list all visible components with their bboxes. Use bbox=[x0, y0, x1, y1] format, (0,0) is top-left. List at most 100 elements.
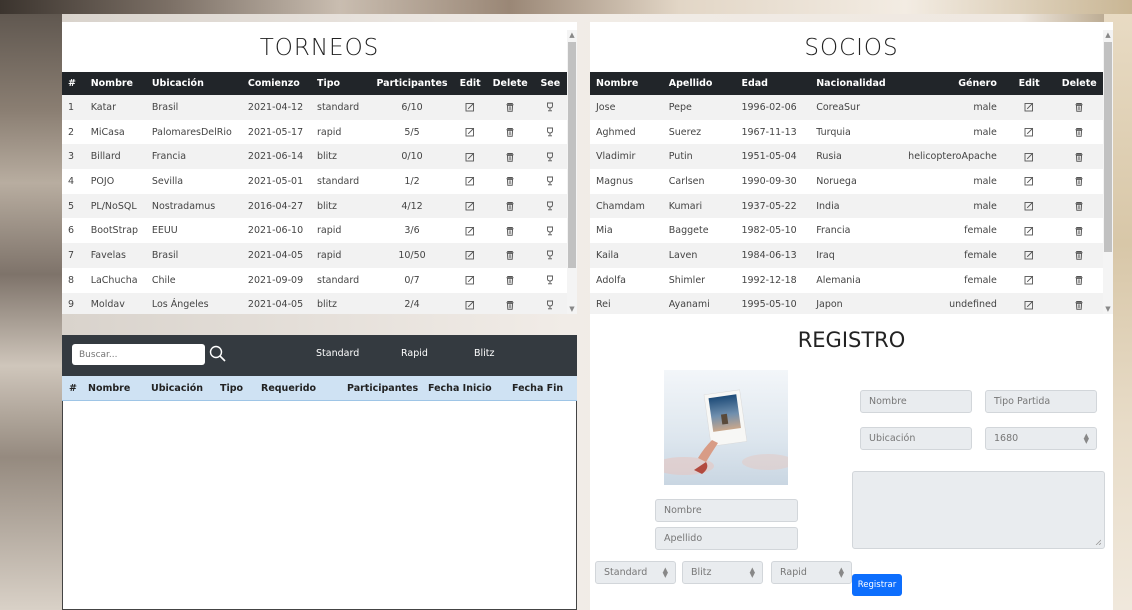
trash-icon[interactable] bbox=[1055, 95, 1103, 120]
torneo-row: 4 POJO Sevilla 2021-05-01 standard 1/2 bbox=[62, 169, 567, 194]
registrar-button[interactable]: Registrar bbox=[852, 574, 902, 596]
trash-icon[interactable] bbox=[487, 95, 534, 120]
trophy-icon[interactable] bbox=[534, 144, 567, 169]
scroll-thumb[interactable] bbox=[1104, 42, 1112, 252]
trash-icon[interactable] bbox=[1055, 268, 1103, 293]
stepper-arrows-icon[interactable]: ▲ ▼ bbox=[1084, 432, 1089, 444]
trash-icon[interactable] bbox=[1055, 144, 1103, 169]
col-edit: Edit bbox=[1018, 78, 1040, 89]
trash-icon[interactable] bbox=[1055, 120, 1103, 145]
torneo-comienzo: 2021-05-17 bbox=[247, 126, 304, 138]
edit-icon[interactable] bbox=[1003, 194, 1056, 219]
trophy-icon[interactable] bbox=[534, 218, 567, 243]
socio-apellido: Suerez bbox=[668, 126, 702, 138]
blitz-select[interactable]: Blitz ▲ ▼ bbox=[682, 561, 763, 584]
trash-icon[interactable] bbox=[487, 218, 534, 243]
edit-icon[interactable] bbox=[1003, 268, 1056, 293]
trash-icon[interactable] bbox=[487, 293, 534, 315]
edit-icon[interactable] bbox=[454, 95, 487, 120]
torneo-ubicacion: EEUU bbox=[151, 225, 178, 237]
stepper-arrows-icon[interactable]: ▲ ▼ bbox=[750, 566, 755, 578]
edit-icon[interactable] bbox=[1003, 169, 1056, 194]
scroll-down-icon[interactable]: ▼ bbox=[567, 304, 577, 314]
socio-nombre: Vladimir bbox=[596, 151, 636, 163]
col-fecha-inicio: Fecha Inicio bbox=[428, 383, 492, 394]
scroll-up-icon[interactable]: ▲ bbox=[567, 30, 577, 40]
torneo-nombre: Billard bbox=[90, 151, 121, 163]
trophy-icon[interactable] bbox=[534, 194, 567, 219]
socio-row: Mia Baggete 1982-05-10 Francia female bbox=[590, 218, 1103, 244]
torneo-comienzo: 2021-05-01 bbox=[247, 175, 304, 187]
scroll-down-icon[interactable]: ▼ bbox=[1103, 304, 1113, 314]
edit-icon[interactable] bbox=[454, 293, 487, 315]
socio-row: Magnus Carlsen 1990-09-30 Noruega male bbox=[590, 169, 1103, 194]
ubicacion-field[interactable]: Ubicación bbox=[860, 427, 972, 450]
filter-rapid[interactable]: Rapid bbox=[401, 348, 428, 359]
trash-icon[interactable] bbox=[487, 120, 534, 145]
edit-icon[interactable] bbox=[1003, 243, 1056, 268]
trash-icon[interactable] bbox=[487, 243, 534, 268]
trash-icon[interactable] bbox=[1055, 169, 1103, 194]
socio-apellido: Carlsen bbox=[668, 175, 705, 187]
trash-icon[interactable] bbox=[487, 194, 534, 219]
trash-icon[interactable] bbox=[1055, 243, 1103, 268]
torneo-nombre: BootStrap bbox=[90, 225, 139, 237]
trash-icon[interactable] bbox=[1055, 293, 1103, 315]
trophy-icon[interactable] bbox=[534, 243, 567, 268]
torneo-comienzo: 2021-06-14 bbox=[247, 151, 304, 163]
torneo-ubicacion: Francia bbox=[151, 151, 187, 163]
edit-icon[interactable] bbox=[454, 194, 487, 219]
standard-select[interactable]: Standard ▲ ▼ bbox=[595, 561, 676, 584]
trophy-icon[interactable] bbox=[534, 120, 567, 145]
edit-icon[interactable] bbox=[1003, 293, 1056, 315]
edit-icon[interactable] bbox=[454, 169, 487, 194]
edit-icon[interactable] bbox=[454, 144, 487, 169]
trophy-icon[interactable] bbox=[534, 293, 567, 315]
col-tipo: Tipo bbox=[220, 383, 244, 394]
socio-nombre: Aghmed bbox=[596, 126, 636, 138]
scroll-up-icon[interactable]: ▲ bbox=[1103, 30, 1113, 40]
trophy-icon[interactable] bbox=[534, 169, 567, 194]
trash-icon[interactable] bbox=[1055, 218, 1103, 243]
col-delete: Delete bbox=[1061, 78, 1097, 89]
trophy-icon[interactable] bbox=[534, 95, 567, 120]
trash-icon[interactable] bbox=[1055, 194, 1103, 219]
col-comienzo: Comienzo bbox=[247, 78, 300, 89]
search-icon[interactable] bbox=[207, 343, 229, 365]
elo-stepper[interactable]: 1680 ▲ ▼ bbox=[985, 427, 1097, 450]
edit-icon[interactable] bbox=[454, 120, 487, 145]
edit-icon[interactable] bbox=[1003, 144, 1056, 169]
edit-icon[interactable] bbox=[1003, 120, 1056, 145]
edit-icon[interactable] bbox=[1003, 95, 1056, 120]
edit-icon[interactable] bbox=[454, 243, 487, 268]
torneo-index: 7 bbox=[68, 249, 75, 261]
stepper-arrows-icon[interactable]: ▲ ▼ bbox=[663, 566, 668, 578]
socio-row: Kaila Laven 1984-06-13 Iraq female bbox=[590, 243, 1103, 268]
rapid-select[interactable]: Rapid ▲ ▼ bbox=[771, 561, 852, 584]
socio-nacionalidad: Japon bbox=[816, 299, 843, 311]
trophy-icon[interactable] bbox=[534, 268, 567, 293]
socio-nacionalidad: Rusia bbox=[816, 151, 842, 163]
descripcion-textarea[interactable] bbox=[852, 471, 1105, 549]
search-input[interactable] bbox=[72, 344, 205, 365]
torneo-nombre-field[interactable]: Nombre bbox=[860, 390, 972, 413]
socio-edad: 1951-05-04 bbox=[741, 151, 797, 163]
scroll-thumb[interactable] bbox=[568, 42, 576, 268]
trash-icon[interactable] bbox=[487, 268, 534, 293]
tipo-partida-field[interactable]: Tipo Partida bbox=[985, 390, 1097, 413]
torneo-tipo: blitz bbox=[317, 299, 338, 311]
torneos-scrollbar[interactable]: ▲ ▼ bbox=[567, 30, 577, 314]
resize-handle-icon[interactable] bbox=[1095, 539, 1101, 545]
edit-icon[interactable] bbox=[1003, 218, 1056, 243]
stepper-arrows-icon[interactable]: ▲ ▼ bbox=[839, 566, 844, 578]
edit-icon[interactable] bbox=[454, 268, 487, 293]
trash-icon[interactable] bbox=[487, 144, 534, 169]
apellido-field[interactable]: Apellido bbox=[655, 527, 798, 550]
edit-icon[interactable] bbox=[454, 218, 487, 243]
socios-scrollbar[interactable]: ▲ ▼ bbox=[1103, 30, 1113, 314]
trash-icon[interactable] bbox=[487, 169, 534, 194]
filter-blitz[interactable]: Blitz bbox=[474, 348, 495, 359]
nombre-field[interactable]: Nombre bbox=[655, 499, 798, 522]
socio-apellido: Kumari bbox=[668, 200, 703, 212]
filter-standard[interactable]: Standard bbox=[316, 348, 359, 359]
